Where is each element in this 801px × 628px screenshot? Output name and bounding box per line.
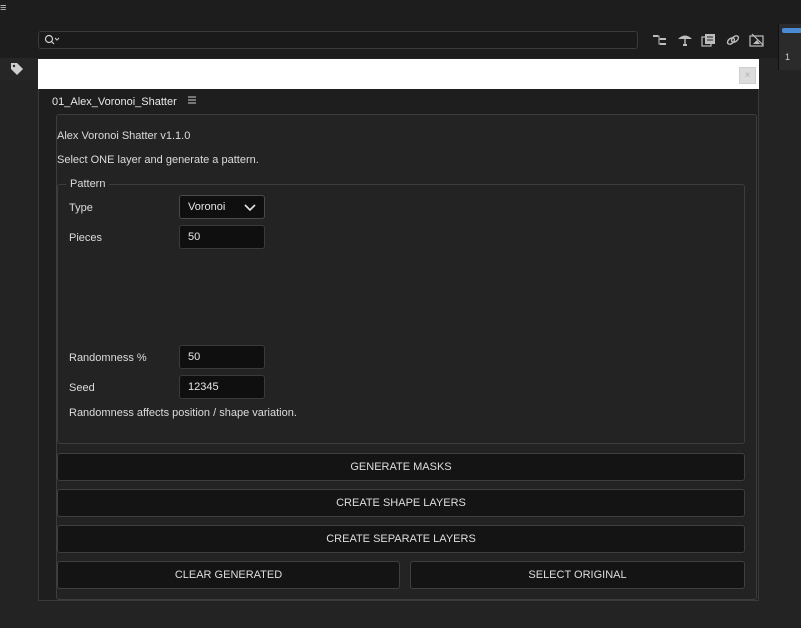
- seed-label: Seed: [69, 382, 95, 394]
- panel-header: 01_Alex_Voronoi_Shatter: [39, 89, 758, 113]
- script-panel: 01_Alex_Voronoi_Shatter Alex Voronoi Sha…: [38, 89, 759, 601]
- top-bar: ≡: [0, 0, 801, 58]
- generate-masks-button[interactable]: GENERATE MASKS: [57, 453, 745, 481]
- search-box[interactable]: [38, 31, 638, 49]
- instruction-text: Select ONE layer and generate a pattern.: [57, 154, 259, 166]
- type-dropdown[interactable]: Voronoi: [179, 195, 265, 219]
- randomness-hint: Randomness affects position / shape vari…: [69, 407, 297, 419]
- pattern-group: Pattern Type Voronoi Pieces Randomness %…: [57, 178, 745, 444]
- link-icon[interactable]: [724, 32, 742, 48]
- right-panel-edge[interactable]: 1: [778, 24, 801, 70]
- create-separate-layers-button[interactable]: CREATE SEPARATE LAYERS: [57, 525, 745, 553]
- type-label: Type: [69, 202, 93, 214]
- pattern-group-label: Pattern: [66, 178, 110, 190]
- panel-title[interactable]: 01_Alex_Voronoi_Shatter: [52, 96, 177, 108]
- search-icon[interactable]: [44, 34, 60, 46]
- script-name-version: Alex Voronoi Shatter v1.1.0: [57, 130, 191, 142]
- pieces-label: Pieces: [69, 232, 103, 244]
- panel-tab-indicator[interactable]: [782, 28, 801, 33]
- panel-menu-icon[interactable]: [187, 95, 197, 105]
- type-selected-value: Voronoi: [188, 201, 226, 213]
- bottom-panel: [38, 602, 801, 628]
- hierarchy-icon[interactable]: [651, 32, 669, 48]
- select-original-button[interactable]: SELECT ORIGINAL: [410, 561, 745, 589]
- layers-icon[interactable]: [700, 32, 718, 48]
- randomness-label: Randomness %: [69, 352, 147, 364]
- close-button[interactable]: ×: [739, 67, 756, 84]
- panel-tab-marker: 1: [785, 52, 791, 62]
- menu-icon[interactable]: ≡: [0, 2, 8, 14]
- crop-icon[interactable]: [748, 32, 766, 48]
- dialog-titlebar[interactable]: [38, 59, 759, 89]
- left-panel: [0, 80, 38, 628]
- seed-input[interactable]: [179, 375, 265, 399]
- chevron-down-icon[interactable]: [244, 202, 256, 212]
- search-input[interactable]: [61, 33, 635, 49]
- tag-icon[interactable]: [10, 62, 24, 76]
- randomness-input[interactable]: [179, 345, 265, 369]
- create-shape-layers-button[interactable]: CREATE SHAPE LAYERS: [57, 489, 745, 517]
- parachute-icon[interactable]: [676, 32, 694, 48]
- pieces-input[interactable]: [179, 225, 265, 249]
- tag-row: [0, 58, 38, 80]
- panel-content: Alex Voronoi Shatter v1.1.0 Select ONE l…: [56, 114, 757, 600]
- clear-generated-button[interactable]: CLEAR GENERATED: [57, 561, 400, 589]
- close-icon[interactable]: ×: [740, 68, 755, 83]
